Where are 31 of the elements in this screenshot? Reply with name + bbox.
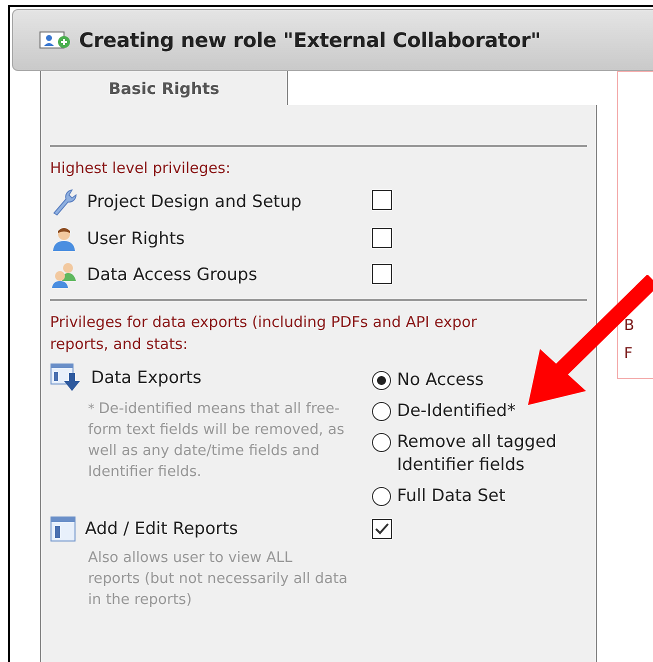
- tab[interactable]: Basic Rights: [40, 71, 288, 105]
- user-icon: [50, 225, 78, 253]
- privilege-label: Add / Edit Reports: [85, 518, 238, 541]
- privilege-note: * De-identified means that all free-form text fields will be removed, as well as any date/time fields and Identifier fields.: [88, 400, 346, 482]
- privilege-label: User Rights: [87, 228, 185, 251]
- privilege-label: Data Access Groups: [87, 264, 258, 287]
- section-heading: Privileges for data exports (including PDFs and API expor: [50, 312, 478, 333]
- add-user-icon: [39, 30, 71, 50]
- privilege-label: Project Design and Setup: [87, 191, 302, 214]
- side-text: F: [624, 344, 634, 362]
- radio-button[interactable]: [372, 487, 391, 506]
- option-label: No Access: [397, 369, 485, 392]
- export-icon: [50, 363, 82, 393]
- radio-button[interactable]: [372, 402, 391, 421]
- privilege-label: Data Exports: [91, 367, 202, 390]
- option-label: Full Data Set: [397, 485, 506, 508]
- section-heading: reports, and stats:: [50, 334, 189, 355]
- side-text: B: [624, 316, 636, 334]
- users-icon: [50, 261, 78, 289]
- dialog-title: Creating new role "External Collaborator": [79, 28, 541, 52]
- option-label: Remove all tagged Identifier fields: [397, 431, 558, 477]
- checkbox[interactable]: [372, 519, 392, 539]
- checkbox[interactable]: [372, 228, 392, 248]
- privilege-note: Also allows user to view ALL reports (but not necessarily all data in the reports): [88, 549, 348, 610]
- radio-button[interactable]: [372, 371, 391, 390]
- checkbox[interactable]: [372, 190, 392, 210]
- section-heading: Highest level privileges:: [50, 158, 232, 179]
- option-label: De-Identified*: [397, 400, 517, 423]
- report-icon: [50, 516, 76, 542]
- radio-button[interactable]: [372, 433, 391, 452]
- checkbox[interactable]: [372, 264, 392, 284]
